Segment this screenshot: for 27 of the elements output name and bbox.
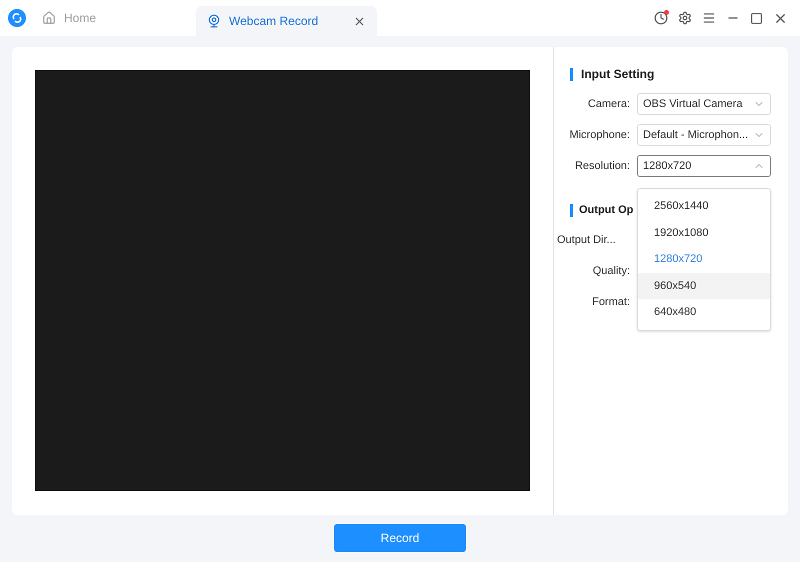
app-logo-icon bbox=[8, 9, 26, 27]
section-title: Output Op bbox=[579, 202, 634, 218]
tab[interactable]: Webcam Record bbox=[196, 6, 378, 36]
menu-icon[interactable] bbox=[702, 11, 716, 25]
dropdown-option[interactable]: 2560x1440 bbox=[638, 193, 770, 220]
section-marker bbox=[570, 68, 573, 80]
webcam-icon bbox=[207, 14, 222, 28]
select-field[interactable]: 1280x720 bbox=[637, 155, 771, 177]
maximize-icon[interactable] bbox=[750, 12, 763, 24]
dropdown-option[interactable]: 960x540 bbox=[638, 272, 770, 299]
field-label: Camera: bbox=[586, 96, 630, 112]
close-icon[interactable] bbox=[353, 14, 366, 28]
dropdown-option[interactable]: 1920x1080 bbox=[638, 220, 770, 246]
field-label: Quality: bbox=[592, 264, 630, 280]
field-label: Output Dir... bbox=[557, 233, 616, 248]
select-field[interactable]: OBS Virtual Camera bbox=[637, 93, 771, 115]
history-icon[interactable] bbox=[654, 11, 668, 25]
field-label: Resolution: bbox=[574, 158, 630, 174]
settings-icon[interactable] bbox=[678, 11, 692, 25]
dropdown-option[interactable]: 1280x720 bbox=[638, 246, 770, 272]
field-label: Microphone: bbox=[568, 128, 630, 143]
dropdown-option[interactable]: 640x480 bbox=[638, 299, 770, 326]
select-field[interactable]: Default - Microphon... bbox=[637, 124, 771, 146]
field-label: Format: bbox=[591, 295, 630, 310]
section-marker bbox=[570, 204, 573, 216]
section-title: Input Setting bbox=[581, 66, 654, 83]
home-icon bbox=[42, 11, 56, 25]
